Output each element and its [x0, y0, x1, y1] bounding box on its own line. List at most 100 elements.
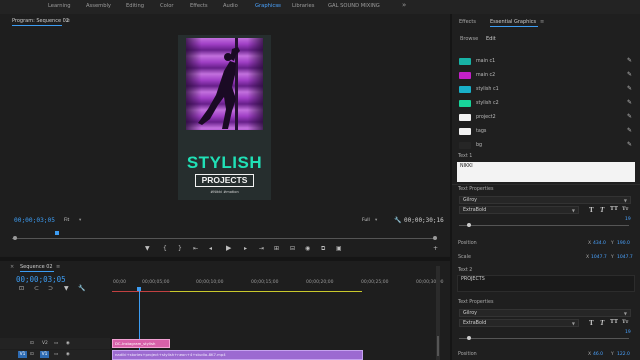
- workspace-menu-icon[interactable]: ≡: [277, 3, 281, 9]
- font-size-value[interactable]: 19: [625, 217, 631, 222]
- text-all-caps-icon[interactable]: TT: [610, 319, 618, 325]
- eye-icon[interactable]: ◉: [66, 352, 70, 357]
- export-frame-icon[interactable]: ◉: [305, 246, 310, 252]
- position2-y-value[interactable]: 122.0: [617, 352, 630, 357]
- more-workspaces-icon[interactable]: »: [402, 1, 406, 9]
- eyedropper-icon[interactable]: ✎: [627, 113, 632, 120]
- add-marker-timeline-icon[interactable]: ▼: [64, 286, 69, 292]
- proxy-toggle-icon[interactable]: ▣: [336, 246, 342, 252]
- scale-y-value[interactable]: 1047.7: [617, 255, 633, 260]
- swatch-main-c2[interactable]: [459, 72, 471, 79]
- timeline-scroll-thumb[interactable]: [437, 336, 439, 356]
- timeline-sequence-tab[interactable]: Sequence 02: [20, 264, 53, 270]
- eyedropper-icon[interactable]: ✎: [627, 127, 632, 134]
- close-sequence-icon[interactable]: ×: [10, 264, 14, 270]
- go-to-out-icon[interactable]: ⇥: [259, 246, 264, 252]
- fit-dropdown[interactable]: Fit: [64, 218, 69, 223]
- fit-caret-icon[interactable]: ▾: [79, 218, 81, 223]
- tab-effects[interactable]: Effects: [459, 19, 476, 25]
- add-marker-icon[interactable]: ▼: [145, 246, 150, 252]
- mark-in-icon[interactable]: {: [163, 246, 167, 252]
- font-weight-dropdown[interactable]: ExtraBold ▼: [459, 206, 579, 214]
- program-monitor-title[interactable]: Program: Sequence 02: [12, 18, 69, 24]
- scale-x-value[interactable]: 1047.7: [591, 255, 607, 260]
- workspace-tab-learning[interactable]: Learning: [48, 3, 71, 9]
- position-x-value[interactable]: 434.0: [593, 241, 606, 246]
- text-faux-bold-icon[interactable]: T: [589, 206, 594, 214]
- add-button-icon[interactable]: +: [433, 246, 438, 252]
- workspace-tab-libraries[interactable]: Libraries: [292, 3, 314, 9]
- eye-icon[interactable]: ◉: [66, 341, 70, 346]
- workspace-tab-color[interactable]: Color: [160, 3, 174, 9]
- snap-icon[interactable]: ⊂: [34, 286, 39, 292]
- go-to-in-icon[interactable]: ⇤: [193, 246, 198, 252]
- font-size-value-2[interactable]: 19: [625, 330, 631, 335]
- workspace-tab-audio[interactable]: Audio: [223, 3, 238, 9]
- eg-panel-menu-icon[interactable]: ≡: [540, 19, 544, 25]
- source-patch-v1[interactable]: V1: [18, 351, 27, 358]
- eyedropper-icon[interactable]: ✎: [627, 141, 632, 148]
- lock-track-v2-icon[interactable]: ▭: [54, 341, 58, 346]
- timeline-settings-icon[interactable]: 🔧: [78, 286, 85, 292]
- toggle-sync-lock-icon[interactable]: ⊡: [30, 341, 34, 346]
- step-back-icon[interactable]: ◂: [209, 246, 212, 252]
- tab-edit[interactable]: Edit: [486, 36, 496, 42]
- font-family-dropdown-2[interactable]: Gilroy ▼: [459, 309, 631, 317]
- timeline-timecode[interactable]: 00;00;03;05: [16, 275, 66, 284]
- program-playhead-marker[interactable]: [55, 231, 59, 235]
- scrub-in-marker[interactable]: [13, 236, 17, 240]
- text-small-caps-icon[interactable]: Tт: [622, 319, 628, 325]
- lock-track-v1-icon[interactable]: ▭: [54, 352, 58, 357]
- text-faux-italic-icon[interactable]: T: [600, 319, 604, 327]
- eyedropper-icon[interactable]: ✎: [627, 57, 632, 64]
- program-playhead-timecode[interactable]: 00;00;03;05: [14, 217, 55, 224]
- text-faux-italic-icon[interactable]: T: [600, 206, 604, 214]
- swatch-stylish-c2[interactable]: [459, 100, 471, 107]
- text1-input[interactable]: NIKKI: [457, 162, 635, 182]
- workspace-tab-assembly[interactable]: Assembly: [86, 3, 111, 9]
- text-faux-bold-icon[interactable]: T: [589, 319, 594, 327]
- workspace-tab-gal-sound-mixing[interactable]: GAL SOUND MIXING: [328, 3, 380, 9]
- workspace-tab-editing[interactable]: Editing: [126, 3, 144, 9]
- lift-icon[interactable]: ⊞: [274, 246, 279, 252]
- step-forward-icon[interactable]: ▸: [244, 246, 247, 252]
- swatch-stylish-c1[interactable]: [459, 86, 471, 93]
- clip-v2[interactable]: DC-Instagram_stylish: [112, 339, 170, 348]
- nest-toggle-icon[interactable]: ⊡: [19, 286, 24, 292]
- toggle-sync-lock-icon[interactable]: ⊡: [30, 352, 34, 357]
- work-area-bar-yellow[interactable]: [170, 291, 362, 292]
- text-small-caps-icon[interactable]: Tт: [622, 206, 628, 212]
- text-all-caps-icon[interactable]: TT: [610, 206, 618, 212]
- swatch-main-c1[interactable]: [459, 58, 471, 65]
- eyedropper-icon[interactable]: ✎: [627, 99, 632, 106]
- program-scrub-bar[interactable]: [12, 238, 437, 239]
- tab-browse[interactable]: Browse: [460, 36, 478, 42]
- font-size-slider[interactable]: [459, 225, 629, 226]
- font-size-slider-thumb-2[interactable]: [467, 336, 471, 340]
- swatch-bg[interactable]: [459, 142, 471, 149]
- track-label-v1[interactable]: V1: [40, 351, 49, 358]
- resolution-caret-icon[interactable]: ▾: [375, 218, 377, 223]
- workspace-tab-effects[interactable]: Effects: [190, 3, 208, 9]
- swatch-tags[interactable]: [459, 128, 471, 135]
- extract-icon[interactable]: ⊟: [290, 246, 295, 252]
- linked-selection-icon[interactable]: ⊃: [48, 286, 53, 292]
- play-icon[interactable]: ▶: [226, 245, 231, 252]
- mark-out-icon[interactable]: }: [178, 246, 182, 252]
- font-family-dropdown[interactable]: Gilroy ▼: [459, 196, 631, 204]
- text2-input[interactable]: PROJECTS: [457, 275, 635, 292]
- work-area-bar-red[interactable]: [112, 291, 170, 292]
- tab-essential-graphics[interactable]: Essential Graphics: [490, 19, 536, 25]
- workspace-tab-graphics[interactable]: Graphics: [255, 3, 278, 9]
- panel-menu-icon[interactable]: ≡: [66, 18, 70, 24]
- resolution-dropdown[interactable]: Full: [362, 218, 370, 223]
- wrench-icon[interactable]: 🔧: [394, 218, 401, 224]
- scrub-out-marker[interactable]: [433, 236, 437, 240]
- font-size-slider-thumb[interactable]: [467, 223, 471, 227]
- comparison-view-icon[interactable]: ⧉: [321, 246, 325, 252]
- eyedropper-icon[interactable]: ✎: [627, 71, 632, 78]
- font-weight-dropdown-2[interactable]: ExtraBold ▼: [459, 319, 579, 327]
- font-size-slider-2[interactable]: [459, 338, 629, 339]
- position-y-value[interactable]: 190.0: [617, 241, 630, 246]
- clip-v1[interactable]: nadiki+stories+project+stylish+neon+4+st…: [112, 350, 363, 360]
